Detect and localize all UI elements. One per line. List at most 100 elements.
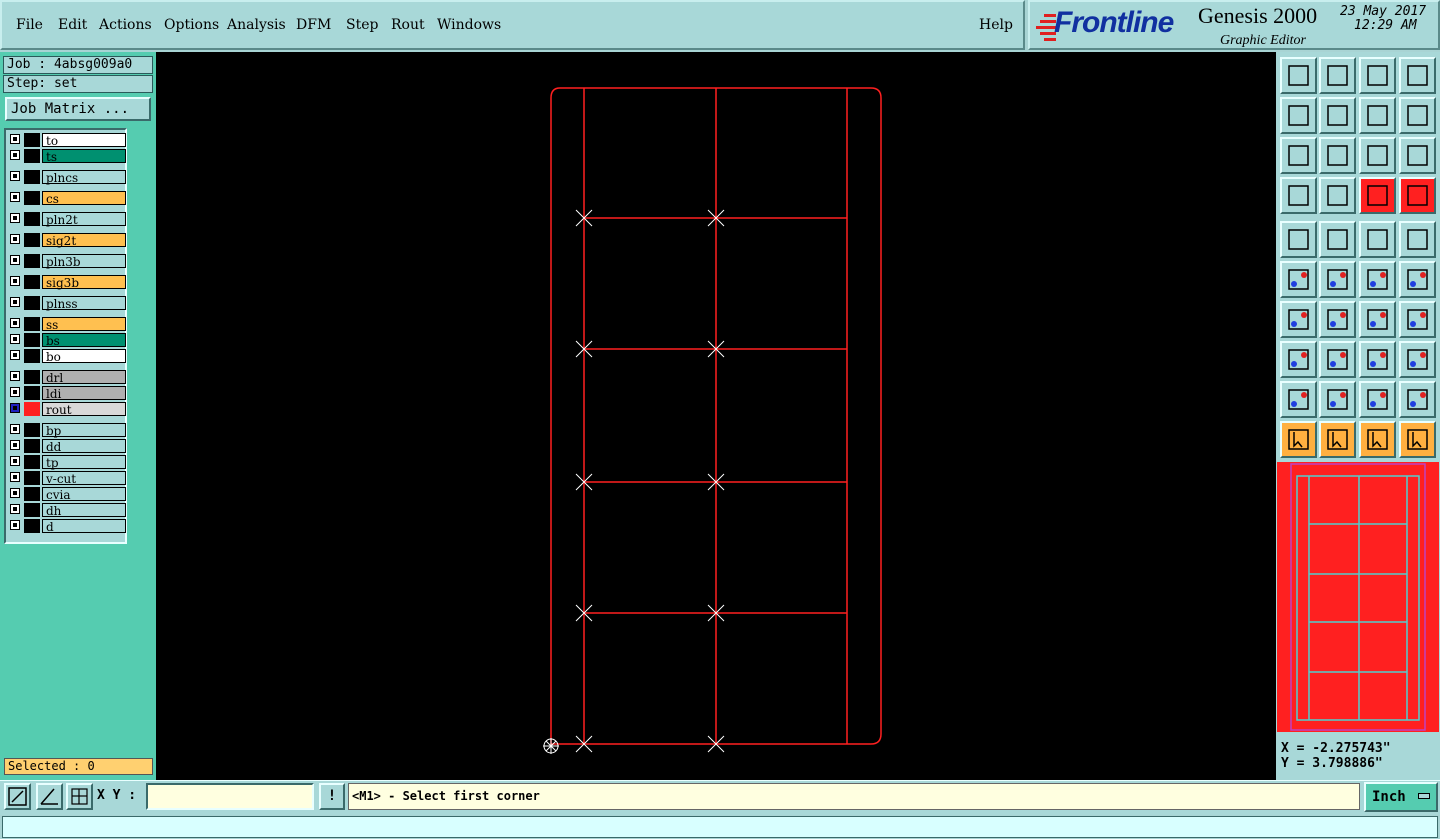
menu-step[interactable]: Step — [346, 17, 378, 33]
layer-color-slot[interactable] — [24, 333, 40, 347]
exclamation-button[interactable]: ! — [319, 783, 345, 810]
menu-help[interactable]: Help — [979, 17, 1013, 33]
menu-analysis[interactable]: Analysis — [227, 17, 286, 33]
layer-name[interactable]: bs — [42, 333, 126, 348]
layer-checkbox[interactable] — [10, 334, 20, 344]
move-point-button[interactable] — [1359, 261, 1396, 298]
layer-color-slot[interactable] — [24, 133, 40, 147]
layer-name[interactable]: ss — [42, 317, 126, 332]
snap-grid-button[interactable] — [1319, 177, 1356, 214]
layer-name[interactable]: dd — [42, 439, 126, 454]
layer-name[interactable]: plncs — [42, 170, 126, 185]
layer-checkbox[interactable] — [10, 255, 20, 265]
pad-button[interactable] — [1399, 221, 1436, 258]
layer-color-slot[interactable] — [24, 349, 40, 363]
xy-input[interactable] — [146, 783, 314, 810]
layer-name[interactable]: ts — [42, 149, 126, 164]
layer-color-slot[interactable] — [24, 423, 40, 437]
layer-order-2-button[interactable] — [1399, 177, 1436, 214]
layer-color-slot[interactable] — [24, 386, 40, 400]
scale-1-2-button[interactable] — [1359, 137, 1396, 174]
layer-color-slot[interactable] — [24, 455, 40, 469]
layer-color-slot[interactable] — [24, 439, 40, 453]
layer-checkbox[interactable] — [10, 234, 20, 244]
layer-checkbox[interactable] — [10, 424, 20, 434]
graphic-canvas[interactable] — [156, 52, 1276, 780]
layer-checkbox[interactable] — [10, 213, 20, 223]
layer-name[interactable]: tp — [42, 455, 126, 470]
layer-checkbox[interactable] — [10, 504, 20, 514]
layer-row-bo[interactable]: bo — [8, 349, 126, 364]
layer-color-slot[interactable] — [24, 487, 40, 501]
overview-map[interactable] — [1277, 462, 1439, 732]
menu-edit[interactable]: Edit — [58, 17, 87, 33]
layer-color-slot[interactable] — [24, 254, 40, 268]
layer-name[interactable]: bp — [42, 423, 126, 438]
select-box-button[interactable] — [1319, 421, 1356, 458]
layer-name[interactable]: ldi — [42, 386, 126, 401]
layer-checkbox[interactable] — [10, 472, 20, 482]
polygon-button[interactable] — [1319, 221, 1356, 258]
layer-checkbox[interactable] — [10, 387, 20, 397]
layer-row-ts[interactable]: ts — [8, 149, 126, 164]
add-point-button[interactable] — [1399, 261, 1436, 298]
layer-name[interactable]: sig2t — [42, 233, 126, 248]
layer-checkbox[interactable] — [10, 350, 20, 360]
undo-view-button[interactable] — [1359, 97, 1396, 134]
layer-row-cvia[interactable]: cvia — [8, 487, 126, 502]
layer-checkbox[interactable] — [10, 520, 20, 530]
layer-color-slot[interactable] — [24, 191, 40, 205]
page-up-button[interactable] — [1280, 57, 1317, 94]
feature-select-button[interactable] — [1280, 221, 1317, 258]
layer-checkbox[interactable] — [10, 171, 20, 181]
layer-checkbox[interactable] — [10, 318, 20, 328]
layer-row-sig2t[interactable]: sig2t — [8, 233, 126, 248]
layer-row-bp[interactable]: bp — [8, 423, 126, 438]
layer-name[interactable]: bo — [42, 349, 126, 364]
angle-line-button[interactable] — [1280, 301, 1317, 338]
shape-pad-button[interactable] — [1399, 341, 1436, 378]
layer-name[interactable]: drl — [42, 370, 126, 385]
select-arrow-button[interactable] — [1280, 421, 1317, 458]
connect-nodes-button[interactable] — [1280, 261, 1317, 298]
layer-name[interactable]: d — [42, 519, 126, 534]
layer-name[interactable]: pln3b — [42, 254, 126, 269]
layer-row-dd[interactable]: dd — [8, 439, 126, 454]
menu-options[interactable]: Options — [164, 17, 219, 33]
trapezoid-2-button[interactable] — [1399, 381, 1436, 418]
layer-name[interactable]: to — [42, 133, 126, 148]
menu-file[interactable]: File — [16, 17, 43, 33]
layer-row-v-cut[interactable]: v-cut — [8, 471, 126, 486]
triangle-1-button[interactable] — [1280, 381, 1317, 418]
home-button[interactable] — [1359, 57, 1396, 94]
move-pad-button[interactable] — [1280, 341, 1317, 378]
layer-checkbox[interactable] — [10, 403, 20, 413]
layer-name[interactable]: cs — [42, 191, 126, 206]
layer-checkbox[interactable] — [10, 488, 20, 498]
layer-row-rout[interactable]: rout — [8, 402, 126, 417]
layer-row-drl[interactable]: drl — [8, 370, 126, 385]
menu-windows[interactable]: Windows — [437, 17, 501, 33]
layer-color-slot[interactable] — [24, 317, 40, 331]
layer-checkbox[interactable] — [10, 440, 20, 450]
page-right-button[interactable] — [1319, 97, 1356, 134]
preferences-button[interactable] — [1280, 177, 1317, 214]
zoom-fit-button[interactable] — [1280, 137, 1317, 174]
zoom-window-button[interactable] — [4, 783, 31, 810]
help-query-button[interactable] — [1399, 137, 1436, 174]
layer-name[interactable]: rout — [42, 402, 126, 417]
cross-node-button[interactable] — [1319, 261, 1356, 298]
select-polygon-button[interactable] — [1359, 421, 1396, 458]
layer-checkbox[interactable] — [10, 456, 20, 466]
layer-name[interactable]: dh — [42, 503, 126, 518]
layer-color-slot[interactable] — [24, 149, 40, 163]
layer-row-ldi[interactable]: ldi — [8, 386, 126, 401]
rotate-arc-button[interactable] — [1359, 301, 1396, 338]
layer-checkbox[interactable] — [10, 297, 20, 307]
layer-row-plnss[interactable]: plnss — [8, 296, 126, 311]
trapezoid-1-button[interactable] — [1359, 381, 1396, 418]
zoom-center-button[interactable] — [1319, 137, 1356, 174]
layer-row-bs[interactable]: bs — [8, 333, 126, 348]
measure-button[interactable] — [36, 783, 63, 810]
dimension-button[interactable] — [1359, 341, 1396, 378]
